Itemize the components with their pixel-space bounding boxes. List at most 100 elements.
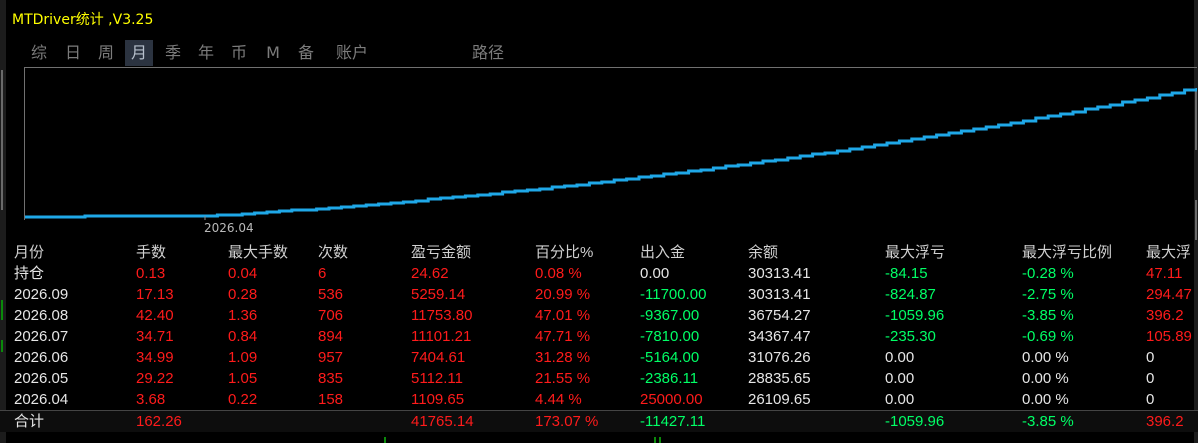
total-deposit-withdraw: -11427.11	[640, 410, 748, 432]
cell-max-lots: 1.05	[228, 370, 258, 387]
table-row[interactable]: 2026.07 34.71 0.84 894 11101.21 47.71 % -7810.…	[0, 326, 1198, 347]
cell-lots: 0.13	[136, 265, 166, 282]
column-header-max-float[interactable]: 最大浮	[1146, 242, 1198, 263]
cell-lots: 34.71	[136, 328, 174, 345]
cell-lots: 17.13	[136, 286, 174, 303]
table-row[interactable]: 持仓 0.13 0.04 6 24.62 0.08 % 0.00 30313.41 -84.15…	[0, 263, 1198, 284]
cell-count: 536	[318, 286, 344, 303]
cell-deposit-withdraw: -5164.00	[640, 349, 700, 366]
window-title: MTDriver统计 ,V3.25	[12, 12, 154, 28]
cell-max-float: 0	[1146, 391, 1155, 408]
cell-lots: 3.68	[136, 391, 166, 408]
tab-path[interactable]: 路径	[466, 40, 510, 66]
cell-max-lots: 0.84	[228, 328, 258, 345]
cell-max-drawdown: 0.00	[885, 391, 915, 408]
cell-percent: 4.44 %	[535, 391, 582, 408]
cell-deposit-withdraw: 0.00	[640, 265, 670, 282]
cell-max-drawdown-pct: 0.00 %	[1022, 391, 1069, 408]
cell-lots: 34.99	[136, 349, 174, 366]
cell-deposit-withdraw: -11700.00	[640, 286, 707, 303]
cell-balance: 28835.65	[748, 370, 811, 387]
total-month: 合计	[0, 410, 136, 432]
cell-pnl: 7404.61	[411, 349, 466, 366]
cell-month: 2026.08	[14, 307, 69, 324]
cell-balance: 30313.41	[748, 265, 811, 282]
cell-month: 2026.04	[14, 391, 69, 408]
cell-max-drawdown-pct: -2.75 %	[1022, 286, 1074, 303]
tab-backup[interactable]: 备	[293, 40, 319, 66]
cell-max-drawdown-pct: -0.69 %	[1022, 328, 1074, 345]
total-max-drawdown-pct: -3.85 %	[1022, 410, 1146, 432]
tab-currency[interactable]: 币	[226, 40, 252, 66]
column-header-deposit-withdraw[interactable]: 出入金	[640, 242, 748, 263]
total-percent: 173.07 %	[535, 410, 640, 432]
total-balance	[748, 410, 885, 432]
cell-pnl: 11753.80	[411, 307, 473, 324]
cell-max-drawdown-pct: 0.00 %	[1022, 370, 1069, 387]
cell-month: 2026.07	[14, 328, 69, 345]
cell-max-drawdown: 0.00	[885, 349, 915, 366]
x-tick-label: 2026.04	[204, 221, 254, 235]
balance-curve-line	[25, 88, 1197, 219]
total-max-lots	[228, 410, 318, 432]
cell-max-float: 0	[1146, 370, 1155, 387]
cell-pnl: 5112.11	[411, 370, 463, 387]
column-header-max-drawdown[interactable]: 最大浮亏	[885, 242, 1022, 263]
table-row[interactable]: 2026.08 42.40 1.36 706 11753.80 47.01 % -9367.…	[0, 305, 1198, 326]
cell-balance: 36754.27	[748, 307, 811, 324]
bottom-axis-ticks	[384, 437, 661, 443]
cell-max-float: 0	[1146, 349, 1155, 366]
cell-pnl: 5259.14	[411, 286, 466, 303]
tab-summary[interactable]: 综	[26, 40, 52, 66]
cell-max-drawdown: -235.30	[885, 328, 936, 345]
cell-month: 2026.06	[14, 349, 69, 366]
total-pnl: 41765.14	[411, 410, 535, 432]
cell-deposit-withdraw: -9367.00	[640, 307, 700, 324]
tab-year[interactable]: 年	[193, 40, 219, 66]
column-header-max-drawdown-pct[interactable]: 最大浮亏比例	[1022, 242, 1146, 263]
cell-percent: 47.71 %	[535, 328, 591, 345]
cell-month: 持仓	[14, 265, 45, 282]
column-header-lots[interactable]: 手数	[136, 242, 228, 263]
cell-percent: 47.01 %	[535, 307, 591, 324]
table-header-row: 月份 手数 最大手数 次数 盈亏金额 百分比% 出入金 余额 最大浮亏 最大浮亏比例 最大浮	[0, 242, 1198, 263]
cell-lots: 42.40	[136, 307, 174, 324]
total-count	[318, 410, 411, 432]
tab-week[interactable]: 周	[93, 40, 119, 66]
tab-quarter[interactable]: 季	[160, 40, 186, 66]
column-header-balance[interactable]: 余额	[748, 242, 885, 263]
table-row[interactable]: 2026.06 34.99 1.09 957 7404.61 31.28 % -5164.0…	[0, 347, 1198, 368]
cell-deposit-withdraw: 25000.00	[640, 391, 703, 408]
tab-day[interactable]: 日	[60, 40, 86, 66]
cell-max-float: 105.89	[1146, 328, 1192, 345]
column-header-max-lots[interactable]: 最大手数	[228, 242, 318, 263]
table-row[interactable]: 2026.05 29.22 1.05 835 5112.11 21.55 % -2386.1…	[0, 368, 1198, 389]
cell-max-drawdown-pct: -0.28 %	[1022, 265, 1074, 282]
table-row[interactable]: 2026.04 3.68 0.22 158 1109.65 4.44 % 25000.00 2…	[0, 389, 1198, 411]
total-max-float: 396.2	[1146, 410, 1198, 432]
cell-max-lots: 1.36	[228, 307, 258, 324]
tab-account[interactable]: 账户	[330, 40, 374, 66]
tab-m[interactable]: M	[260, 40, 286, 66]
cell-count: 706	[318, 307, 344, 324]
column-header-month[interactable]: 月份	[0, 242, 136, 263]
cell-balance: 31076.26	[748, 349, 811, 366]
cell-max-drawdown-pct: -3.85 %	[1022, 307, 1074, 324]
column-header-pnl[interactable]: 盈亏金额	[411, 242, 535, 263]
cell-max-float: 396.2	[1146, 307, 1184, 324]
column-header-count[interactable]: 次数	[318, 242, 411, 263]
column-header-percent[interactable]: 百分比%	[535, 242, 640, 263]
cell-percent: 0.08 %	[535, 265, 582, 282]
cell-count: 957	[318, 349, 344, 366]
cell-month: 2026.05	[14, 370, 69, 387]
balance-chart	[24, 67, 1197, 220]
monthly-stats-table: 月份 手数 最大手数 次数 盈亏金额 百分比% 出入金 余额 最大浮亏 最大浮亏比例 最大浮持仓 0.…	[0, 242, 1198, 432]
total-max-drawdown: -1059.96	[885, 410, 1022, 432]
cell-count: 835	[318, 370, 344, 387]
cell-max-lots: 0.04	[228, 265, 258, 282]
table-row[interactable]: 2026.09 17.13 0.28 536 5259.14 20.99 % -11700.…	[0, 284, 1198, 305]
tab-month[interactable]: 月	[125, 40, 153, 66]
cell-month: 2026.09	[14, 286, 69, 303]
total-lots: 162.26	[136, 410, 228, 432]
cell-count: 158	[318, 391, 344, 408]
